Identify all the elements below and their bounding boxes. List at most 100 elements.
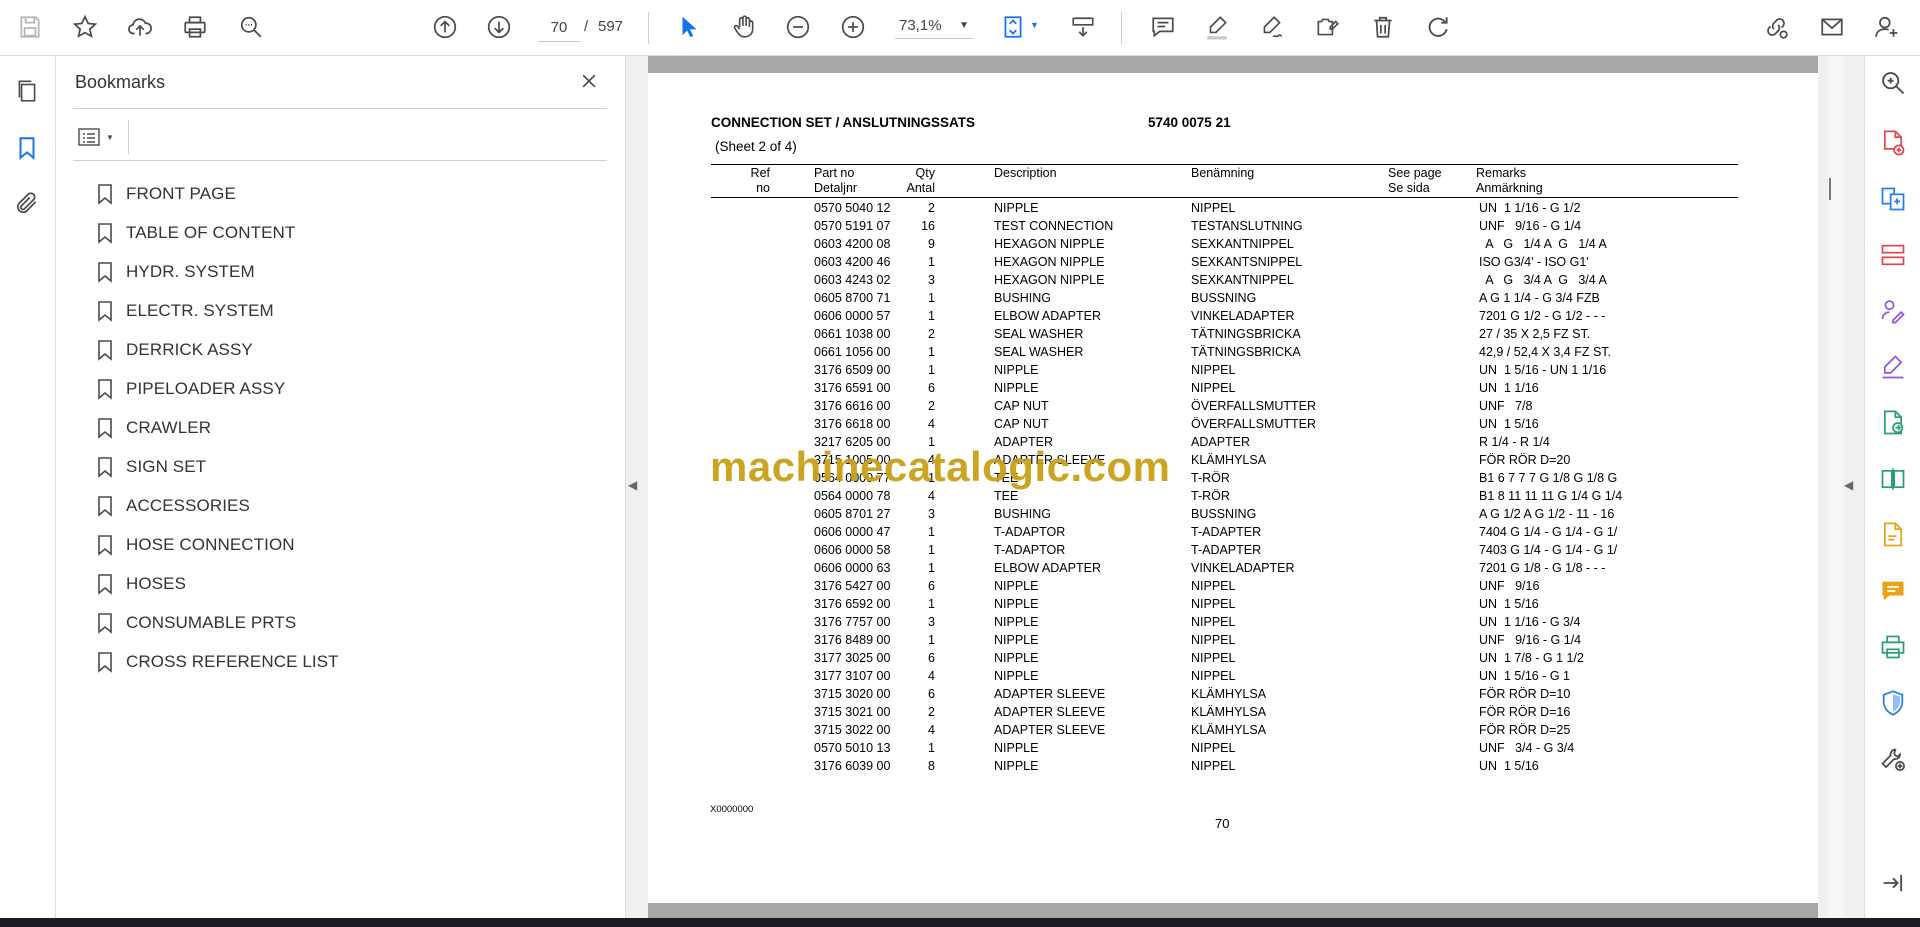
row-benamning: BUSSNING	[1191, 507, 1257, 521]
select-cursor-icon[interactable]	[672, 10, 706, 44]
row-part-number: 3176 6509 00	[814, 363, 891, 377]
page-separator: /	[584, 18, 589, 35]
attachment-paperclip-icon[interactable]	[10, 186, 44, 220]
bookmark-item-hoses[interactable]: HOSES	[96, 564, 596, 603]
row-benamning: NIPPEL	[1191, 381, 1236, 395]
collapse-left-panel-icon[interactable]: ◀	[628, 478, 637, 492]
bookmark-item-accessories[interactable]: ACCESSORIES	[96, 486, 596, 525]
export-pdf-icon[interactable]	[1876, 406, 1910, 440]
row-part-number: 3177 3107 00	[814, 669, 891, 683]
star-icon[interactable]	[68, 10, 102, 44]
table-row: 0570 5040 12 2 NIPPLE NIPPEL UN 1 1/16 - G 1…	[711, 199, 1738, 217]
protect-shield-icon[interactable]	[1876, 686, 1910, 720]
add-user-icon[interactable]	[1870, 10, 1904, 44]
combine-files-icon[interactable]	[1876, 182, 1910, 216]
more-tools-icon[interactable]	[1876, 742, 1910, 776]
bookmarks-panel-icon[interactable]	[10, 131, 44, 165]
zoom-level-dropdown[interactable]: 73,1% ▼	[895, 13, 973, 39]
row-part-number: 3715 3021 00	[814, 705, 891, 719]
table-header-rule	[711, 164, 1738, 165]
header-qty: Qty Antal	[898, 166, 936, 196]
delete-trash-icon[interactable]	[1366, 10, 1400, 44]
organize-pages-icon[interactable]	[1876, 238, 1910, 272]
find-text-icon[interactable]	[234, 10, 268, 44]
bookmark-icon	[98, 651, 112, 673]
fit-page-icon[interactable]	[996, 10, 1030, 44]
bookmark-item-consumable-prts[interactable]: CONSUMABLE PRTS	[96, 603, 596, 642]
bookmark-item-table-of-content[interactable]: TABLE OF CONTENT	[96, 213, 596, 252]
draw-signature-icon[interactable]	[1255, 10, 1289, 44]
row-remarks: ISO G3/4' - ISO G1'	[1479, 255, 1589, 269]
edit-pdf-tool-icon[interactable]	[1876, 518, 1910, 552]
email-icon[interactable]	[1815, 10, 1849, 44]
page-number-input[interactable]	[538, 13, 580, 42]
chevron-down-icon: ▼	[959, 20, 969, 31]
edit-pdf-icon[interactable]	[1310, 10, 1344, 44]
collapse-right-panel-icon[interactable]: ◀	[1844, 478, 1853, 492]
row-remarks: A G 1/2 A G 1/2 - 11 - 16	[1479, 507, 1615, 521]
bookmark-item-derrick-assy[interactable]: DERRICK ASSY	[96, 330, 596, 369]
page-thumbnails-icon[interactable]	[10, 74, 44, 108]
row-part-number: 3176 6591 00	[814, 381, 891, 395]
bookmark-item-front-page[interactable]: FRONT PAGE	[96, 174, 596, 213]
scan-ocr-icon[interactable]	[1876, 630, 1910, 664]
fill-and-sign-icon[interactable]	[1876, 350, 1910, 384]
print-icon[interactable]	[178, 10, 212, 44]
zoom-in-icon[interactable]	[836, 10, 870, 44]
row-part-number: 0606 0000 63	[814, 561, 891, 575]
collapse-tools-pane-icon[interactable]	[1876, 866, 1910, 900]
header-remarks-line2: Anmärkning	[1476, 181, 1543, 195]
request-signature-icon[interactable]	[1876, 294, 1910, 328]
zoom-search-icon[interactable]	[1876, 66, 1910, 100]
bookmark-icon	[98, 573, 112, 595]
redo-rotate-icon[interactable]	[1421, 10, 1455, 44]
bookmark-item-crawler[interactable]: CRAWLER	[96, 408, 596, 447]
bookmark-item-pipeloader-assy[interactable]: PIPELOADER ASSY	[96, 369, 596, 408]
header-see-line2: Se sida	[1388, 181, 1430, 195]
row-description: NIPPLE	[994, 201, 1039, 215]
close-icon[interactable]	[576, 68, 602, 94]
header-description-line1: Description	[994, 166, 1057, 180]
fit-page-chevron-icon[interactable]: ▼	[1030, 20, 1039, 30]
row-description: CAP NUT	[994, 417, 1049, 431]
highlight-pen-icon[interactable]	[1200, 10, 1234, 44]
row-part-number: 0603 4243 02	[814, 273, 891, 287]
row-description: BUSHING	[994, 507, 1051, 521]
header-part-line2: Detaljnr	[814, 181, 858, 195]
previous-page-icon[interactable]	[428, 10, 462, 44]
bookmark-item-hose-connection[interactable]: HOSE CONNECTION	[96, 525, 596, 564]
row-description: NIPPLE	[994, 759, 1039, 773]
bookmark-item-sign-set[interactable]: SIGN SET	[96, 447, 596, 486]
row-quantity: 9	[928, 237, 935, 251]
comment-tool-icon[interactable]	[1876, 574, 1910, 608]
row-remarks: B1 6 7 7 7 G 1/8 G 1/8 G	[1479, 471, 1618, 485]
next-page-icon[interactable]	[482, 10, 516, 44]
header-remarks: Remarks Anmärkning	[1476, 166, 1543, 196]
row-description: NIPPLE	[994, 579, 1039, 593]
bookmark-item-electr-system[interactable]: ELECTR. SYSTEM	[96, 291, 596, 330]
comment-icon[interactable]	[1146, 10, 1180, 44]
upload-cloud-icon[interactable]	[123, 10, 157, 44]
compare-files-icon[interactable]	[1876, 462, 1910, 496]
scrollbar-thumb[interactable]	[1829, 178, 1831, 200]
row-quantity: 1	[928, 597, 935, 611]
bookmark-options-menu[interactable]: ▼	[76, 122, 120, 152]
scrolling-mode-icon[interactable]	[1066, 10, 1100, 44]
row-benamning: KLÄMHYLSA	[1191, 723, 1267, 737]
save-icon[interactable]	[13, 10, 47, 44]
share-link-icon[interactable]	[1759, 10, 1793, 44]
table-row: 3177 3107 00 4 NIPPLE NIPPEL UN 1 5/16 - G 1	[711, 667, 1738, 685]
bookmark-label: PIPELOADER ASSY	[126, 378, 286, 398]
row-remarks: A G 1/4 A G 1/4 A	[1479, 237, 1607, 251]
zoom-out-icon[interactable]	[781, 10, 815, 44]
bookmark-item-hydr-system[interactable]: HYDR. SYSTEM	[96, 252, 596, 291]
tools-pane-rail	[1864, 56, 1920, 918]
row-benamning: TÄTNINGSBRICKA	[1191, 345, 1301, 359]
create-pdf-icon[interactable]	[1876, 126, 1910, 160]
row-description: CAP NUT	[994, 399, 1049, 413]
hand-tool-icon[interactable]	[727, 10, 761, 44]
bookmark-item-cross-reference-list[interactable]: CROSS REFERENCE LIST	[96, 642, 596, 681]
table-header-rule	[711, 197, 1738, 198]
pdf-page[interactable]: CONNECTION SET / ANSLUTNINGSSATS 5740 00…	[648, 73, 1818, 903]
row-description: BUSHING	[994, 291, 1051, 305]
